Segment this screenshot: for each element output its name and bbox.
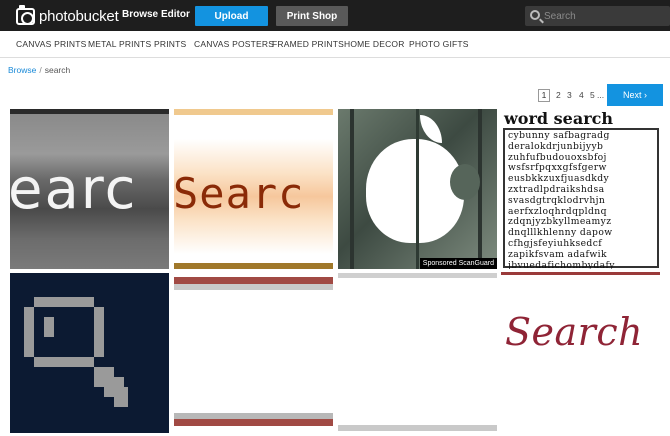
result-image-4[interactable]: word search cybunny safbagradg deralokdr…	[501, 109, 660, 269]
category-home-decor[interactable]: HOME DECOR	[344, 39, 405, 49]
image-text: Search	[505, 310, 644, 354]
grid-row: svasdgtrqklodrvhjn	[508, 195, 606, 206]
camera-icon	[16, 4, 35, 25]
grid-row: wsfsrfpqxxgfsfgerw	[508, 163, 607, 174]
search-box[interactable]	[525, 6, 670, 26]
image-text: earc	[10, 157, 138, 222]
grid-row: jbvuedafichombydafy	[508, 260, 615, 269]
upload-button[interactable]: Upload	[195, 6, 268, 26]
image-stripe	[174, 263, 333, 269]
logo-text: photobucket	[39, 7, 119, 25]
grid-row: eusbkkzuxfjuasdkdy	[508, 174, 610, 185]
image-stripe	[174, 277, 333, 284]
search-icon[interactable]	[530, 10, 540, 20]
page-ellipsis: ...	[597, 90, 605, 100]
category-metal-prints[interactable]: METAL PRINTS	[88, 39, 151, 49]
sponsored-label[interactable]: Sponsored ScanGuard	[419, 258, 497, 269]
glass-divider	[416, 109, 419, 269]
image-stripe	[174, 284, 333, 290]
grid-row: zxtradlpdraikshdsa	[508, 184, 605, 195]
result-image-5[interactable]	[10, 273, 169, 433]
image-stripe	[174, 419, 333, 426]
grid-row: zdqnjyzbkyllmeamyz	[508, 217, 612, 228]
image-text: Searc	[174, 169, 305, 218]
category-prints[interactable]: PRINTS	[154, 39, 186, 49]
search-input[interactable]	[544, 8, 664, 24]
image-post	[350, 109, 354, 269]
photobucket-logo[interactable]: photobucket	[16, 4, 119, 26]
grid-row: cfhgjsfeyiuhksedcf	[508, 238, 603, 249]
result-image-6[interactable]	[174, 277, 333, 436]
grid-row: zuhfufbudouoxsbfoj	[508, 152, 607, 163]
category-photo-gifts[interactable]: PHOTO GIFTS	[409, 39, 469, 49]
page-2[interactable]: 2	[556, 90, 561, 100]
breadcrumb-separator: /	[39, 65, 42, 75]
breadcrumb-browse[interactable]: Browse	[8, 65, 36, 75]
word-search-grid: cybunny safbagradg deralokdrjunbijyyb zu…	[503, 128, 659, 269]
category-framed-prints[interactable]: FRAMED PRINTS	[272, 39, 344, 49]
breadcrumb: Browse / search	[8, 65, 70, 75]
word-search-title: word search	[504, 109, 613, 128]
grid-row: cybunny safbagradg	[508, 131, 610, 141]
category-canvas-prints[interactable]: CANVAS PRINTS	[16, 39, 86, 49]
result-image-1[interactable]: earc	[10, 109, 169, 269]
grid-row: dnqlllkhlenny dapow	[508, 228, 613, 239]
result-image-8[interactable]: Search	[501, 272, 660, 432]
grid-row: zapikfsvam adafwik	[508, 249, 607, 260]
nav-browse[interactable]: Browse	[122, 9, 158, 20]
sponsored-image[interactable]: Sponsored ScanGuard	[338, 109, 497, 269]
print-shop-button[interactable]: Print Shop	[276, 6, 348, 26]
next-page-button[interactable]: Next ›	[607, 84, 663, 106]
apple-bite	[450, 164, 480, 200]
grid-row: deralokdrjunbijyyb	[508, 141, 604, 152]
grid-row: aerfxzloqhrdqpldnq	[508, 206, 607, 217]
apple-logo-icon	[366, 139, 464, 243]
result-image-7[interactable]	[338, 273, 497, 433]
top-bar: photobucket Browse Editor Upload Print S…	[0, 0, 670, 31]
category-bar: CANVAS PRINTS METAL PRINTS PRINTS CANVAS…	[0, 31, 670, 58]
page-3[interactable]: 3	[567, 90, 572, 100]
category-canvas-posters[interactable]: CANVAS POSTERS	[194, 39, 274, 49]
page-5[interactable]: 5	[590, 90, 595, 100]
breadcrumb-current: search	[44, 65, 71, 75]
nav-editor[interactable]: Editor	[161, 9, 190, 20]
image-stripe	[174, 109, 333, 115]
page-4[interactable]: 4	[579, 90, 584, 100]
image-stripe	[338, 273, 497, 278]
image-stripe	[338, 425, 497, 431]
result-image-2[interactable]: Searc	[174, 109, 333, 269]
page-1-current[interactable]: 1	[538, 89, 550, 102]
image-stripe	[501, 272, 660, 275]
